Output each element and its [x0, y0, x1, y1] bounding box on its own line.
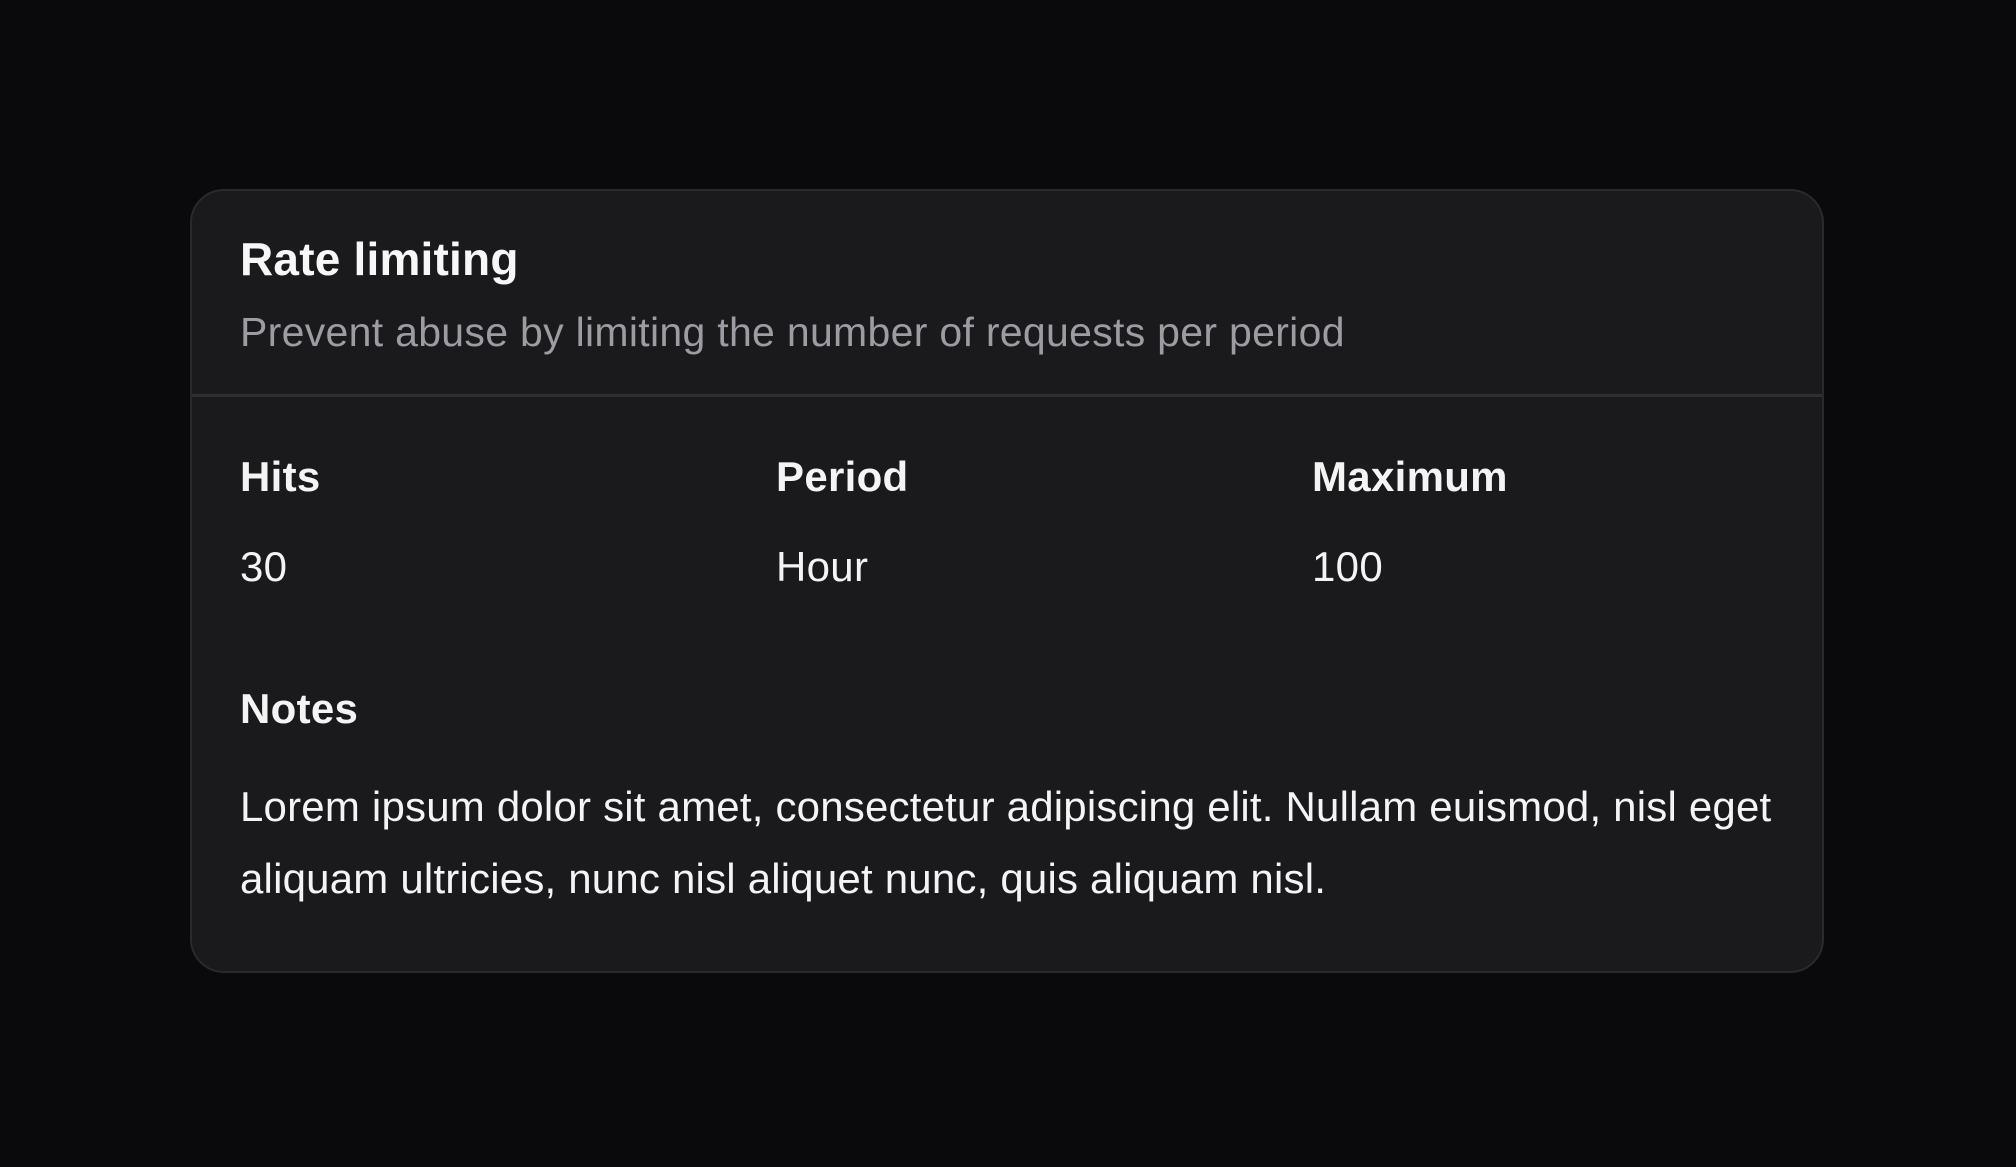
period-label: Period	[776, 453, 909, 500]
hits-value: 30	[240, 543, 288, 590]
notes-text: Lorem ipsum dolor sit amet, consectetur …	[240, 783, 1772, 902]
card-header: Rate limiting Prevent abuse by limiting …	[192, 191, 1822, 397]
card-title: Rate limiting	[240, 233, 519, 285]
maximum-label: Maximum	[1312, 453, 1508, 500]
maximum-value: 100	[1312, 543, 1383, 590]
card-description: Prevent abuse by limiting the number of …	[240, 309, 1345, 355]
notes-section: Notes Lorem ipsum dolor sit amet, consec…	[240, 681, 1774, 915]
period-value: Hour	[776, 543, 869, 590]
card-body: Hits Period Maximum 30 Hour 100 Notes Lo…	[192, 397, 1822, 915]
hits-label: Hits	[240, 453, 321, 500]
notes-label: Notes	[240, 685, 359, 732]
rate-limiting-card: Rate limiting Prevent abuse by limiting …	[190, 189, 1824, 973]
settings-grid: Hits Period Maximum 30 Hour 100	[240, 449, 1774, 595]
